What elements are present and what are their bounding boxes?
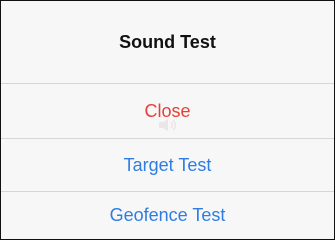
target-test-label: Target Test [123, 154, 212, 175]
sheet-title: Sound Test [119, 31, 216, 52]
geofence-test-button[interactable]: Geofence Test [1, 192, 334, 239]
sheet-title-row: Sound Test [1, 1, 334, 83]
geofence-test-label: Geofence Test [109, 205, 226, 225]
target-test-button[interactable]: Target Test [1, 139, 334, 191]
close-button-label: Close [144, 100, 191, 121]
close-button[interactable]: Close [1, 84, 334, 138]
action-sheet: Sound Test Close Target Test Geofence Te… [0, 0, 335, 240]
